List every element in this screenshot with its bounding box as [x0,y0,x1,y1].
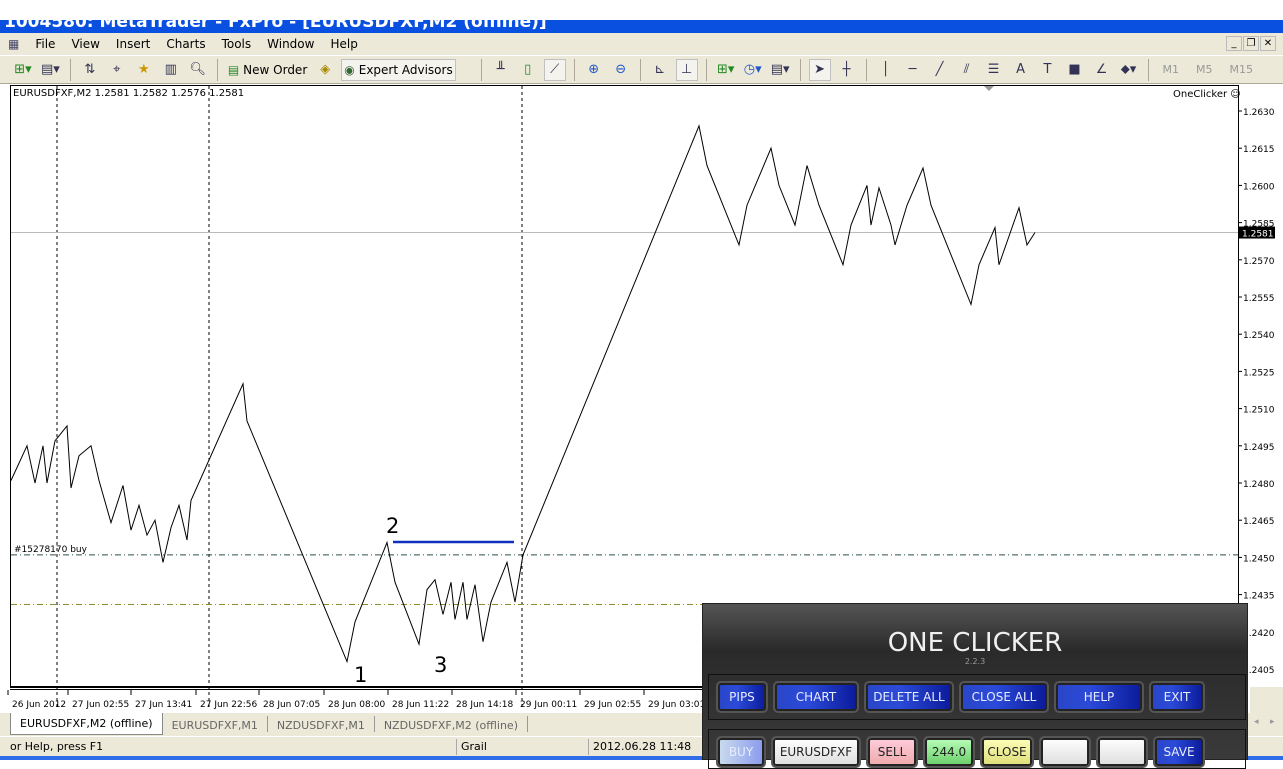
new-order-label: New Order [243,62,308,77]
sell-button[interactable]: SELL [866,736,918,768]
timeframe-m15[interactable]: M15 [1224,63,1260,76]
bar-chart-icon[interactable]: ╨ [490,59,512,81]
horizontal-line-icon[interactable]: ─ [902,59,924,81]
tab-eurusdfxf-m2-offline[interactable]: EURUSDFXF,M2 (offline) [10,713,163,735]
separator [69,58,71,81]
cursor-icon[interactable]: ➤ [808,58,831,81]
oneclicker-panel: ONE CLICKER 2.2.3 PIPS CHART DELETE ALL … [702,603,1248,769]
autoscroll-icon[interactable]: ⊾ [649,59,671,81]
vertical-line-icon[interactable]: │ [875,59,897,81]
buy-button[interactable]: BUY [716,736,766,768]
timeframe-m1[interactable]: M1 [1157,63,1186,76]
toolbar: ⊞▾ ▤▾ ⇅ ⌖ ★ ▥ 🔍︎ ▤ New Order ◈ ◉ Expert Ad… [0,55,1283,84]
separator [705,58,707,81]
menu-window[interactable]: Window [259,37,322,51]
chart-shift-icon[interactable]: ⊥ [675,58,698,81]
indicators-icon[interactable]: ⊞▾ [715,59,737,81]
close-button[interactable]: CLOSE [980,736,1034,768]
separator [865,58,867,81]
app-icon[interactable]: ▦ [0,37,27,51]
delete-all-button[interactable]: DELETE ALL [864,681,954,713]
close-icon[interactable]: ✕ [1260,36,1276,51]
separator [1147,58,1149,81]
menu-tools[interactable]: Tools [214,37,260,51]
oneclicker-title: ONE CLICKER [887,628,1063,658]
lot-field[interactable]: 244.0 [923,736,975,768]
smiley-icon: ☺ [1230,89,1241,100]
close-all-button[interactable]: CLOSE ALL [959,681,1049,713]
title-bar: 1004580: MetaTrader - FxPro - [EURUSDFXF… [0,20,1283,33]
exit-button[interactable]: EXIT [1149,681,1205,713]
profiles-icon[interactable]: ▤▾ [39,59,62,81]
oneclicker-row-2: BUY EURUSDFXF SELL 244.0 CLOSE SAVE [708,729,1246,769]
text-label-icon[interactable]: T [1037,59,1059,81]
tab-scroll[interactable]: ◂ ▸ [1250,687,1283,737]
window-title: 1004580: MetaTrader - FxPro - [EURUSDFXF… [4,20,547,32]
text-icon[interactable]: A [1010,59,1032,81]
chart-area[interactable] [10,85,1238,687]
status-profile: Grail [456,739,487,755]
separator [799,58,801,81]
new-order-button[interactable]: ▤ New Order [226,59,309,81]
templates-icon[interactable]: ▤▾ [769,59,792,81]
zoom-in-icon[interactable]: ⊕ [583,59,605,81]
chart-info: EURUSDFXF,M2 1.2581 1.2582 1.2576 1.2581 [13,88,245,99]
scroll-right-icon[interactable]: ▸ [1270,717,1275,727]
status-datetime: 2012.06.28 11:48 [588,739,691,755]
equidistant-channel-icon[interactable]: ⫽ [956,59,978,81]
separator [573,58,575,81]
oneclicker-version: 2.2.3 [964,657,986,666]
pips-button[interactable]: PIPS [716,681,768,713]
timeframe-m5[interactable]: M5 [1190,63,1219,76]
tab-nzdusdfxf-m1[interactable]: NZDUSDFXF,M1 [268,716,375,732]
new-order-icon: ▤ [227,62,240,77]
navigator-icon[interactable]: ★ [133,59,155,81]
separator [216,58,218,81]
price-axis[interactable] [1238,85,1283,687]
zoom-out-icon[interactable]: ⊖ [610,59,632,81]
rectangle-icon[interactable]: ■ [1064,59,1086,81]
line-chart-icon[interactable]: ⟋ [543,58,566,81]
indicator-name: OneClicker [1173,89,1228,100]
candlestick-icon[interactable]: ▯ [517,59,539,81]
separator [639,58,641,81]
restore-icon[interactable]: ❐ [1243,36,1259,51]
minimize-icon[interactable]: _ [1226,36,1242,51]
menu-charts[interactable]: Charts [158,37,213,51]
separator [480,58,482,81]
expert-advisors-button[interactable]: ◉ Expert Advisors [341,58,456,81]
tab-eurusdfxf-m1[interactable]: EURUSDFXF,M1 [163,716,268,732]
arrows-icon[interactable]: ⬥▾ [1118,59,1140,81]
menu-help[interactable]: Help [322,37,365,51]
help-button[interactable]: HELP [1054,681,1144,713]
terminal-icon[interactable]: ▥ [160,59,182,81]
menu-bar: ▦ File View Insert Charts Tools Window H… [0,33,1283,55]
fibonacci-icon[interactable]: ☰ [983,59,1005,81]
status-help: or Help, press F1 [10,740,104,753]
blank-field-2[interactable] [1096,736,1148,768]
tab-nzdusdfxf-m2-offline[interactable]: NZDUSDFXF,M2 (offline) [375,716,528,732]
menu-insert[interactable]: Insert [108,37,158,51]
trendline-icon[interactable]: ╱ [929,59,951,81]
menu-view[interactable]: View [63,37,107,51]
oneclicker-indicator-label: OneClicker ☺ [1173,89,1241,100]
scroll-left-icon[interactable]: ◂ [1254,717,1259,727]
chart-button[interactable]: CHART [773,681,859,713]
metaeditor-icon[interactable]: ◈ [314,59,336,81]
oneclicker-row-1: PIPS CHART DELETE ALL CLOSE ALL HELP EXI… [708,674,1246,720]
periods-icon[interactable]: ◷▾ [742,59,764,81]
data-window-icon[interactable]: ⌖ [106,59,128,81]
market-watch-icon[interactable]: ⇅ [79,59,101,81]
expert-advisors-label: Expert Advisors [358,62,453,77]
menu-file[interactable]: File [27,37,63,51]
new-chart-icon[interactable]: ⊞▾ [12,59,34,81]
strategy-tester-icon[interactable]: 🔍︎ [187,59,209,81]
angle-icon[interactable]: ∠ [1091,59,1113,81]
blank-field-1[interactable] [1039,736,1091,768]
expert-advisors-icon: ◉ [344,62,355,77]
crosshair-icon[interactable]: ┼ [836,59,858,81]
symbol-field[interactable]: EURUSDFXF [771,736,861,768]
save-button[interactable]: SAVE [1153,736,1205,768]
